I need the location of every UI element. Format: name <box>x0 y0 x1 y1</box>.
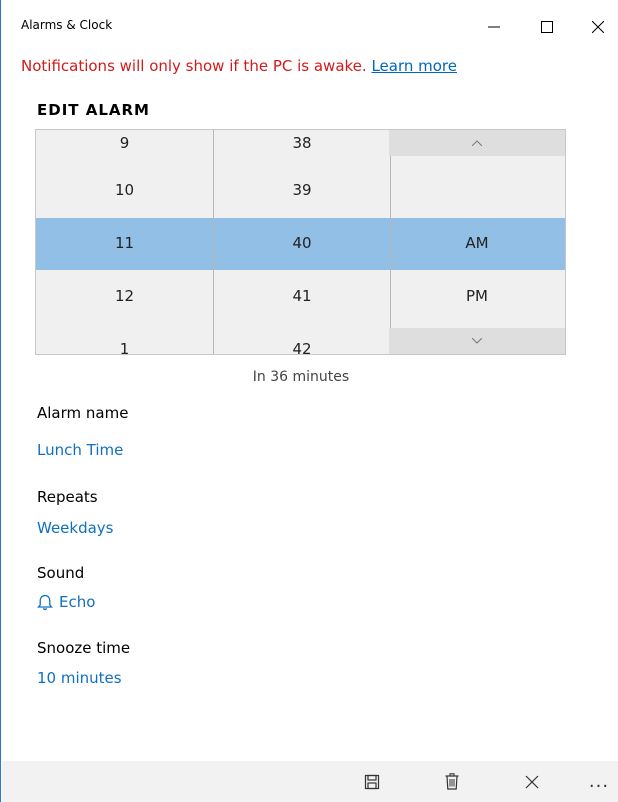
save-icon <box>364 774 380 789</box>
alarm-name-field[interactable]: Lunch Time <box>37 441 123 459</box>
chevron-down-icon <box>472 338 482 344</box>
sound-selector[interactable]: Echo <box>37 593 95 611</box>
close-icon <box>592 21 604 33</box>
delete-icon <box>445 773 459 790</box>
hour-item-selected[interactable]: 11 <box>36 234 213 252</box>
hour-item[interactable]: 12 <box>36 287 213 305</box>
snooze-label: Snooze time <box>37 639 131 657</box>
bell-icon <box>37 594 53 610</box>
delete-button[interactable] <box>432 761 472 802</box>
page-title: EDIT ALARM <box>37 101 150 119</box>
minute-item[interactable]: 41 <box>214 287 390 305</box>
cancel-button[interactable] <box>512 761 552 802</box>
countdown-text: In 36 minutes <box>252 369 350 385</box>
minute-item[interactable]: 39 <box>214 181 390 199</box>
learn-more-link[interactable]: Learn more <box>371 57 457 75</box>
more-options-button[interactable]: ... <box>579 761 618 802</box>
hour-item[interactable]: 10 <box>36 181 213 199</box>
sound-label: Sound <box>37 564 85 582</box>
minute-item[interactable]: 42 <box>214 340 390 354</box>
minimize-icon <box>488 26 500 28</box>
ampm-column[interactable]: AM PM <box>389 130 565 354</box>
snooze-value[interactable]: 10 minutes <box>37 669 122 687</box>
sound-value: Echo <box>59 593 96 611</box>
hour-item[interactable]: 1 <box>36 340 213 354</box>
scroll-up-button[interactable] <box>389 130 565 156</box>
minute-item-selected[interactable]: 40 <box>214 234 390 252</box>
hour-item[interactable]: 9 <box>36 134 213 152</box>
ampm-item-selected[interactable]: AM <box>389 234 565 252</box>
command-bar: ... <box>2 761 618 802</box>
alarm-name-label: Alarm name <box>37 404 129 422</box>
chevron-up-icon <box>472 140 482 146</box>
title-bar: Alarms & Clock <box>1 0 618 50</box>
awake-notice: Notifications will only show if the PC i… <box>21 57 457 75</box>
repeats-label: Repeats <box>37 488 98 506</box>
notice-text: Notifications will only show if the PC i… <box>21 57 367 75</box>
scroll-down-button[interactable] <box>389 328 565 354</box>
maximize-button[interactable] <box>524 10 570 44</box>
minute-column[interactable]: 38 39 40 41 42 <box>213 130 391 354</box>
maximize-icon <box>541 21 553 33</box>
close-icon <box>525 775 539 788</box>
time-picker[interactable]: 9 10 11 12 1 38 39 40 41 42 AM PM <box>35 129 566 355</box>
minute-item[interactable]: 38 <box>214 134 390 152</box>
app-window: Alarms & Clock Notifications will only s… <box>0 0 618 802</box>
close-window-button[interactable] <box>575 10 618 44</box>
minimize-button[interactable] <box>471 10 517 44</box>
save-button[interactable] <box>352 761 392 802</box>
app-title: Alarms & Clock <box>21 18 113 32</box>
hour-column[interactable]: 9 10 11 12 1 <box>36 130 213 354</box>
repeats-value[interactable]: Weekdays <box>37 519 114 537</box>
ampm-item[interactable]: PM <box>389 287 565 305</box>
